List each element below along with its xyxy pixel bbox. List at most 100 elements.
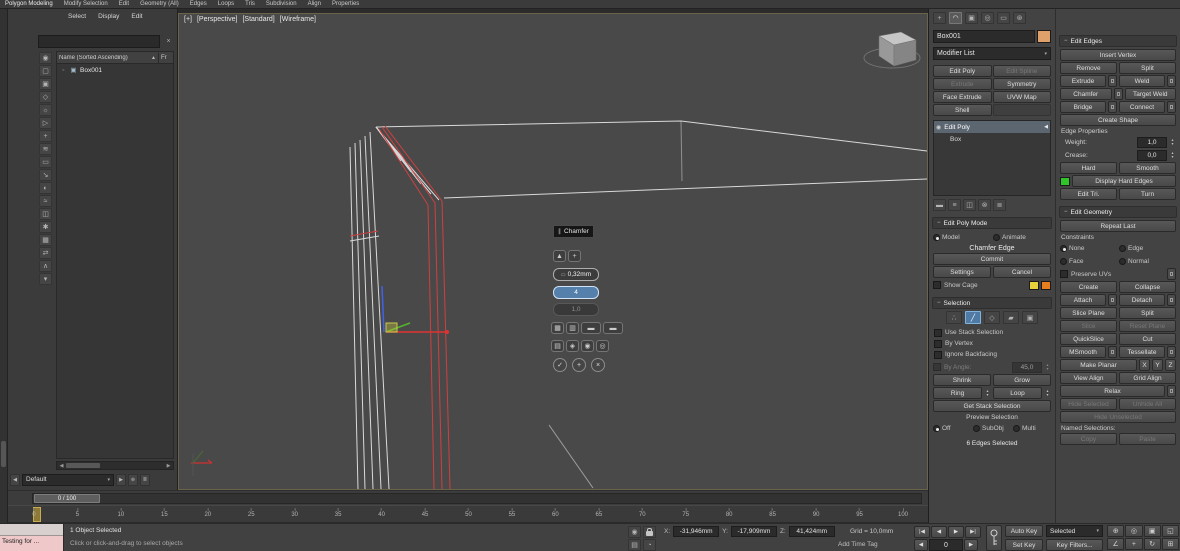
object-color-swatch[interactable] xyxy=(1037,30,1051,43)
radio-none[interactable]: None xyxy=(1060,245,1117,252)
connect-button[interactable]: Connect xyxy=(1119,101,1165,113)
make-planar-z-button[interactable]: Z xyxy=(1165,359,1176,371)
ribbon-tab-properties[interactable]: Properties xyxy=(332,0,359,9)
sync-selection-icon[interactable]: ⇄ xyxy=(39,247,52,259)
hide-unselected-button[interactable]: Hide Unselected xyxy=(1060,411,1176,423)
radio-model[interactable]: Model xyxy=(933,234,991,241)
chamfer-depth-field[interactable]: 1,0 xyxy=(553,303,599,316)
ribbon-tab-edit[interactable]: Edit xyxy=(119,0,129,9)
relax-button[interactable]: Relax xyxy=(1060,385,1165,397)
caddy-ok-button[interactable]: ✓ xyxy=(553,358,567,372)
modifier-set-button-edit-poly[interactable]: Edit Poly xyxy=(933,65,992,77)
scroll-left-icon[interactable]: ◀ xyxy=(57,463,66,469)
fov-icon[interactable]: ∠ xyxy=(1107,538,1124,550)
cage-color-swatch-0[interactable] xyxy=(1029,281,1039,290)
hard-edge-color-swatch[interactable] xyxy=(1060,177,1070,186)
lock-selection-icon[interactable] xyxy=(643,526,656,538)
y-coordinate-field[interactable]: -17,909mm xyxy=(731,526,777,537)
copy-button[interactable]: Copy xyxy=(1060,433,1117,445)
split-button[interactable]: Split xyxy=(1119,62,1176,74)
radio-normal[interactable]: Normal xyxy=(1119,258,1176,265)
preset-next-button[interactable]: ▶ xyxy=(116,474,126,486)
spinner-arrows[interactable]: ▴▾ xyxy=(1169,151,1176,159)
current-frame-field[interactable]: 0 xyxy=(929,539,963,551)
ring-button[interactable]: Ring xyxy=(933,387,982,399)
cancel-button[interactable]: Cancel xyxy=(993,266,1051,278)
display-containers-icon[interactable]: ◫ xyxy=(39,208,52,220)
quickslice-button[interactable]: QuickSlice xyxy=(1060,333,1117,345)
split-button[interactable]: Split xyxy=(1119,307,1176,319)
show-end-result-icon[interactable]: ≡ xyxy=(948,199,961,211)
target-weld-button[interactable]: Target Weld xyxy=(1125,88,1177,100)
make-planar-x-button[interactable]: X xyxy=(1139,359,1150,371)
bridge-settings-button[interactable] xyxy=(1108,101,1117,113)
element-subobject-icon[interactable]: ▣ xyxy=(1022,311,1038,324)
explorer-lock-icon[interactable]: ≣ xyxy=(140,474,150,486)
grid-align-button[interactable]: Grid Align xyxy=(1119,372,1176,384)
loop-spinner[interactable]: ▴▾ xyxy=(1044,389,1051,397)
modifier-list-dropdown[interactable]: Modifier List ▾ xyxy=(933,47,1051,60)
viewport-pov-menu[interactable]: [Perspective] xyxy=(197,16,237,23)
pan-icon[interactable]: + xyxy=(1125,538,1142,550)
by-angle-field[interactable]: 45,0 xyxy=(1012,362,1042,373)
display-cameras-icon[interactable]: ▷ xyxy=(39,117,52,129)
ring-spinner[interactable]: ▴▾ xyxy=(984,389,991,397)
caddy-drag-icon[interactable]: + xyxy=(568,250,581,262)
chamfer-settings-button[interactable] xyxy=(1114,88,1123,100)
checkbox-by-vertex[interactable]: By Vertex xyxy=(934,338,1050,349)
zoom-extents-icon[interactable]: ▣ xyxy=(1144,525,1161,537)
configure-modifier-sets-icon[interactable]: ≣ xyxy=(993,199,1006,211)
by-angle-checkbox[interactable]: By Angle: xyxy=(933,363,1010,371)
hierarchy-tab-icon[interactable]: ▣ xyxy=(965,12,978,24)
edit-tri-button[interactable]: Edit Tri. xyxy=(1060,188,1117,200)
get-stack-selection-button[interactable]: Get Stack Selection xyxy=(933,400,1051,412)
chamfer-segments-mode-icon[interactable]: ▬ xyxy=(603,322,623,334)
display-tab-icon[interactable]: ▭ xyxy=(997,12,1010,24)
attach-button[interactable]: Attach xyxy=(1060,294,1106,306)
tessellate-button[interactable]: Tessellate xyxy=(1119,346,1165,358)
preset-prev-button[interactable]: ◀ xyxy=(10,474,20,486)
utilities-tab-icon[interactable]: ⊛ xyxy=(1013,12,1026,24)
chamfer-depth-mode-icon[interactable]: ▬ xyxy=(581,322,601,334)
viewport-preset-menu[interactable]: [Standard] xyxy=(242,16,274,23)
modifier-stack-row-box[interactable]: Box xyxy=(934,133,1050,145)
maximize-viewport-icon[interactable]: ⊞ xyxy=(1162,538,1179,550)
make-planar-button[interactable]: Make Planar xyxy=(1060,359,1137,371)
remove-modifier-icon[interactable]: ⊗ xyxy=(978,199,991,211)
display-hard-edges-button[interactable]: Display Hard Edges xyxy=(1072,175,1176,187)
ribbon-tab-align[interactable]: Align xyxy=(308,0,321,9)
polygon-subobject-icon[interactable]: ▰ xyxy=(1003,311,1019,324)
spinner-arrows[interactable]: ▴▾ xyxy=(1169,138,1176,146)
extrude-button[interactable]: Extrude xyxy=(1060,75,1106,87)
chamfer-smooth-type-icon[interactable]: ◈ xyxy=(566,340,579,352)
modifier-set-button-extrude[interactable]: Extrude xyxy=(933,78,992,90)
ribbon-tab-polygon-modeling[interactable]: Polygon Modeling xyxy=(5,0,53,9)
more-options-icon[interactable]: ▾ xyxy=(39,273,52,285)
caddy-handle-icon[interactable]: ∥ xyxy=(558,228,561,235)
view-align-button[interactable]: View Align xyxy=(1060,372,1117,384)
previous-frame-button[interactable]: ◀ xyxy=(931,526,947,538)
previous-key-button[interactable]: ◀ xyxy=(914,539,928,551)
chamfer-open-icon[interactable]: ◉ xyxy=(581,340,594,352)
spinner-arrows[interactable]: ▴▾ xyxy=(1044,363,1051,371)
time-slider-groove[interactable]: 0 / 100 xyxy=(32,493,922,504)
vertex-subobject-icon[interactable]: ∴ xyxy=(946,311,962,324)
zoom-all-icon[interactable]: ◎ xyxy=(1125,525,1142,537)
auto-key-button[interactable]: Auto Key xyxy=(1005,525,1043,537)
scrollbar-thumb[interactable] xyxy=(66,463,100,468)
pick-parent-icon[interactable]: ∧ xyxy=(39,260,52,272)
zoom-region-icon[interactable]: ◱ xyxy=(1162,525,1179,537)
edit-poly-mode-rollout-header[interactable]: − Edit Poly Mode xyxy=(932,217,1052,229)
display-lights-icon[interactable]: ☼ xyxy=(39,104,52,116)
display-spacewarps-icon[interactable]: ≋ xyxy=(39,143,52,155)
viewport-general-menu[interactable]: [+] xyxy=(184,16,192,23)
tessellate-settings-button[interactable] xyxy=(1167,346,1176,358)
display-shapes-icon[interactable]: ◇ xyxy=(39,91,52,103)
display-xrefs-icon[interactable]: ↘ xyxy=(39,169,52,181)
create-button[interactable]: Create xyxy=(1060,281,1117,293)
collapse-button[interactable]: Collapse xyxy=(1119,281,1176,293)
detach-settings-button[interactable] xyxy=(1167,294,1176,306)
set-key-button[interactable]: Set Key xyxy=(1005,539,1043,551)
remove-button[interactable]: Remove xyxy=(1060,62,1117,74)
edit-edges-rollout-header[interactable]: − Edit Edges xyxy=(1059,35,1177,47)
